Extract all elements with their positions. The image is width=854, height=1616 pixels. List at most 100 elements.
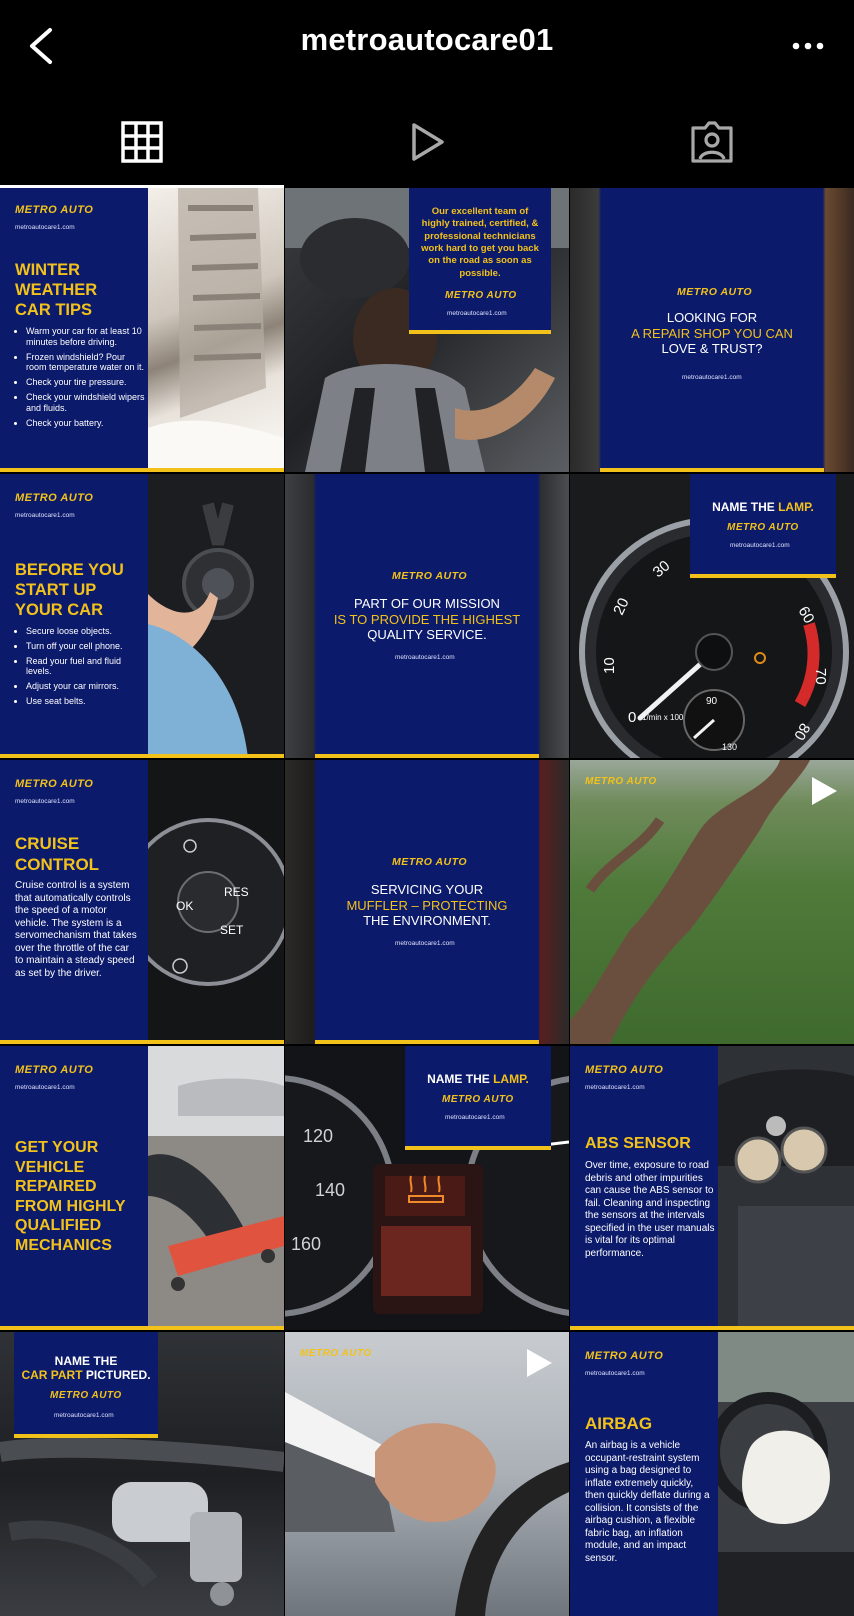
- brand-logo: METRO AUTO: [15, 492, 94, 504]
- post-heading: WINTER WEATHER CAR TIPS: [15, 261, 98, 320]
- post-get-vehicle-repaired[interactable]: METRO AUTO metroautocare1.com GET YOUR V…: [0, 1046, 284, 1330]
- car-interior-photo: [718, 1046, 854, 1330]
- title-part: NAME THE: [712, 500, 779, 514]
- reel-play-icon: [527, 1349, 552, 1377]
- post-airbag[interactable]: METRO AUTO metroautocare1.com AIRBAG An …: [570, 1332, 854, 1616]
- brand-site: metroautocare1.com: [447, 310, 507, 317]
- lamp-title-card: NAME THE LAMP. METRO AUTO metroautocare1…: [405, 1046, 551, 1150]
- reel-play-icon: [812, 777, 837, 805]
- post-heading: CRUISE CONTROL: [15, 834, 100, 874]
- muffler-text: SERVICING YOUR MUFFLER – PROTECTING THE …: [315, 882, 539, 929]
- text-line: LOVE & TRUST?: [661, 341, 763, 357]
- tab-posts[interactable]: [0, 95, 284, 188]
- post-before-start[interactable]: METRO AUTO metroautocare1.com BEFORE YOU…: [0, 474, 284, 758]
- mission-text: PART OF OUR MISSION IS TO PROVIDE THE HI…: [315, 596, 539, 643]
- post-heading: AIRBAG: [585, 1414, 653, 1433]
- speed-tick-label: 140: [315, 1180, 345, 1200]
- brand-logo: METRO AUTO: [585, 1350, 664, 1362]
- accent-bar: [0, 1326, 284, 1330]
- text-line: LOOKING FOR: [666, 310, 758, 325]
- tip-item: Frozen windshield? Pour room temperature…: [26, 352, 146, 374]
- post-body: An airbag is a vehicle occupant-restrain…: [585, 1440, 710, 1564]
- post-name-the-lamp-gauge[interactable]: 30 20 10 0 60 70 80 90 130 1/min x 100 N…: [570, 474, 854, 758]
- post-excellent-team[interactable]: Our excellent team of highly trained, ce…: [285, 188, 569, 472]
- tips-list: Warm your car for at least 10 minutes be…: [14, 326, 146, 432]
- brand-site: metroautocare1.com: [585, 1084, 645, 1091]
- title-line: NAME THE: [54, 1354, 118, 1368]
- airbag-photo: [718, 1332, 854, 1616]
- tip-item: Check your battery.: [26, 418, 146, 429]
- tab-tagged[interactable]: [570, 95, 854, 188]
- text-line: PART OF OUR MISSION: [354, 596, 500, 611]
- post-heading: ABS SENSOR: [585, 1135, 691, 1152]
- accent-bar: [0, 468, 284, 472]
- post-muffler[interactable]: METRO AUTO SERVICING YOUR MUFFLER – PROT…: [285, 760, 569, 1044]
- post-mission[interactable]: METRO AUTO PART OF OUR MISSION IS TO PRO…: [285, 474, 569, 758]
- card-title: NAME THE LAMP.: [405, 1072, 551, 1086]
- mechanic-creeper-photo: [148, 1046, 284, 1330]
- title-highlight: LAMP.: [778, 500, 814, 514]
- brand-site: metroautocare1.com: [682, 374, 742, 381]
- post-dirt-road-reel[interactable]: METRO AUTO: [570, 760, 854, 1044]
- brand-site: metroautocare1.com: [395, 940, 455, 947]
- tab-reels[interactable]: [285, 95, 569, 188]
- more-options-icon[interactable]: [790, 34, 826, 58]
- gauge-tick-label: 0: [628, 709, 636, 726]
- cruise-button-label: SET: [220, 923, 244, 937]
- tip-item: Read your fuel and fluid levels.: [26, 656, 148, 678]
- title-part: PICTURED.: [82, 1368, 151, 1383]
- speed-tick-label: 120: [303, 1126, 333, 1146]
- profile-tabs: [0, 95, 854, 188]
- tip-item: Adjust your car mirrors.: [26, 681, 148, 692]
- lamp-title-card: NAME THE LAMP. METRO AUTO metroautocare1…: [690, 474, 836, 578]
- text-line: SERVICING YOUR: [370, 882, 484, 897]
- brand-site: metroautocare1.com: [730, 542, 790, 549]
- brand-site: metroautocare1.com: [15, 512, 75, 519]
- brand-logo: METRO AUTO: [585, 776, 657, 787]
- tagged-person-icon: [691, 120, 733, 163]
- profile-username: metroautocare01: [300, 22, 554, 57]
- repair-shop-text: LOOKING FOR A REPAIR SHOP YOU CAN LOVE &…: [600, 310, 824, 357]
- cruise-button-label: OK: [176, 899, 193, 913]
- gauge-unit-label: 1/min x 100: [642, 713, 684, 722]
- top-bar: metroautocare01: [0, 0, 854, 95]
- brand-logo: METRO AUTO: [727, 522, 799, 533]
- text-line: THE ENVIRONMENT.: [363, 913, 491, 929]
- brand-site: metroautocare1.com: [395, 654, 455, 661]
- brand-logo: METRO AUTO: [392, 856, 467, 868]
- accent-bar: [405, 1146, 551, 1150]
- tip-item: Check your tire pressure.: [26, 377, 146, 388]
- tip-item: Turn off your cell phone.: [26, 641, 148, 652]
- brand-site: metroautocare1.com: [15, 224, 75, 231]
- post-name-the-car-part[interactable]: NAME THE CAR PART PICTURED. METRO AUTO m…: [0, 1332, 284, 1616]
- grid-icon: [121, 120, 163, 163]
- text-line: QUALITY SERVICE.: [367, 627, 487, 643]
- gauge-tick-label: 130: [722, 742, 737, 752]
- brand-logo: METRO AUTO: [15, 778, 94, 790]
- brand-site: metroautocare1.com: [54, 1412, 114, 1419]
- posts-grid: METRO AUTO metroautocare1.com WINTER WEA…: [0, 188, 854, 1616]
- accent-bar: [0, 754, 284, 758]
- post-repair-shop[interactable]: METRO AUTO LOOKING FOR A REPAIR SHOP YOU…: [570, 188, 854, 472]
- brand-site: metroautocare1.com: [15, 1084, 75, 1091]
- post-winter-weather-tips[interactable]: METRO AUTO metroautocare1.com WINTER WEA…: [0, 188, 284, 472]
- post-steering-wheel-reel[interactable]: METRO AUTO: [285, 1332, 569, 1616]
- accent-bar: [14, 1434, 158, 1438]
- card-title: NAME THE CAR PART PICTURED.: [14, 1354, 158, 1383]
- accent-bar: [315, 1040, 539, 1044]
- tip-item: Use seat belts.: [26, 696, 148, 707]
- cruise-button-label: RES: [224, 885, 249, 899]
- post-abs-sensor[interactable]: METRO AUTO metroautocare1.com ABS SENSOR…: [570, 1046, 854, 1330]
- accent-bar: [600, 468, 824, 472]
- brand-logo: METRO AUTO: [392, 570, 467, 582]
- brand-logo: METRO AUTO: [15, 1064, 94, 1076]
- post-heading: GET YOUR VEHICLE REPAIRED FROM HIGHLY QU…: [15, 1139, 126, 1254]
- title-highlight: CAR PART: [21, 1368, 83, 1383]
- post-body: Over time, exposure to road debris and o…: [585, 1160, 715, 1259]
- text-line-highlight: IS TO PROVIDE THE HIGHEST: [333, 611, 521, 627]
- tip-item: Warm your car for at least 10 minutes be…: [26, 326, 146, 348]
- title-highlight: LAMP.: [493, 1072, 529, 1086]
- team-text-card: Our excellent team of highly trained, ce…: [409, 188, 551, 334]
- post-name-the-lamp-dashboard[interactable]: 120 140 160 NAME THE LAMP. METRO AUTO me…: [285, 1046, 569, 1330]
- post-cruise-control[interactable]: OK RES SET METRO AUTO metroautocare1.com…: [0, 760, 284, 1044]
